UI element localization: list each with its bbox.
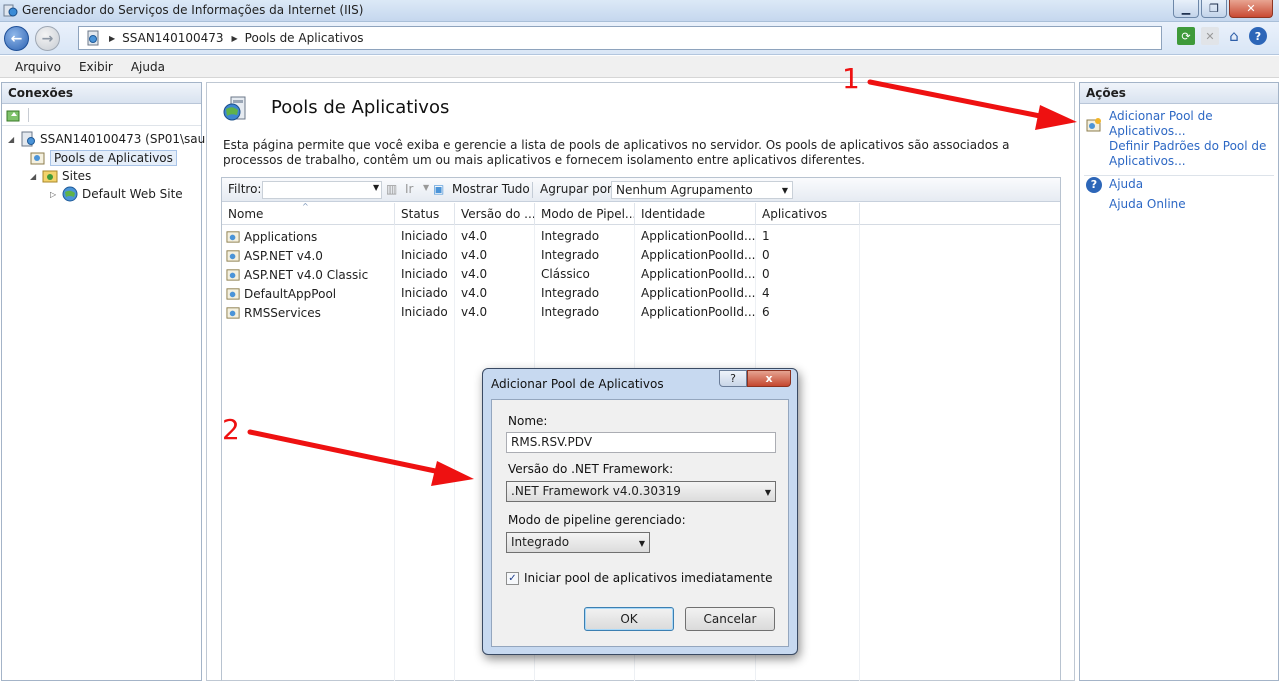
- annotation-arrow-2: [247, 429, 443, 475]
- annotation-arrow-1: [867, 79, 1048, 120]
- annotation-arrowhead-2: [431, 461, 474, 486]
- annotation-arrows: [247, 79, 1077, 486]
- annotation-arrowhead-1: [1035, 105, 1077, 130]
